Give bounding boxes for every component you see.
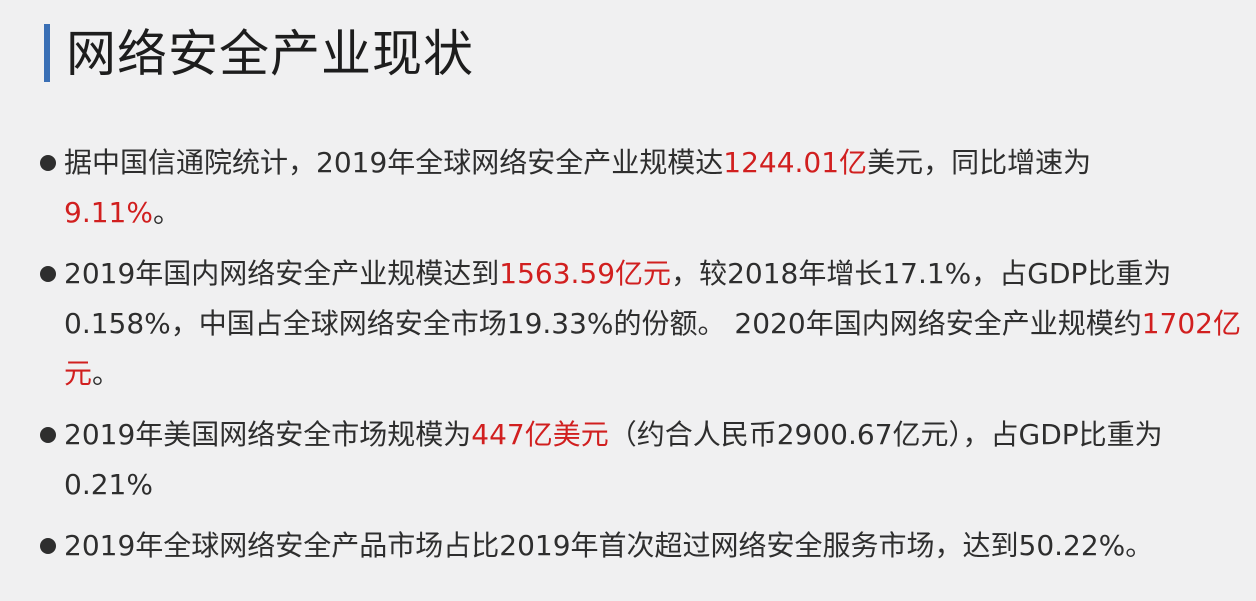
bullet-text: 。 [152, 196, 181, 229]
highlight-value: 1563.59亿元 [499, 257, 672, 290]
highlight-value: 1244.01亿 [723, 146, 868, 179]
page-title: 网络安全产业现状 [66, 25, 474, 83]
highlight-value: 447亿美元 [471, 418, 609, 451]
bullet-text: 2019年全球网络安全产品市场占比2019年首次超过网络安全服务市场，达到50.… [64, 529, 1154, 562]
bullet-item-global-scale: 据中国信通院统计，2019年全球网络安全产业规模达1244.01亿美元，同比增速… [38, 138, 1243, 238]
bullet-text: 2019年国内网络安全产业规模达到 [64, 257, 500, 290]
bullet-dot-icon [40, 266, 56, 282]
highlight-value: 9.11% [64, 196, 153, 229]
bullet-dot-icon [40, 155, 56, 171]
bullet-item-domestic-scale: 2019年国内网络安全产业规模达到1563.59亿元，较2018年增长17.1%… [38, 249, 1243, 399]
bullet-text: 据中国信通院统计，2019年全球网络安全产业规模达 [64, 146, 724, 179]
slide: 网络安全产业现状 据中国信通院统计，2019年全球网络安全产业规模达1244.0… [0, 0, 1256, 601]
bullet-text: 2019年美国网络安全市场规模为 [64, 418, 472, 451]
bullet-item-us-market: 2019年美国网络安全市场规模为447亿美元（约合人民币2900.67亿元），占… [38, 410, 1243, 510]
bullet-dot-icon [40, 427, 56, 443]
bullet-item-product-market: 2019年全球网络安全产品市场占比2019年首次超过网络安全服务市场，达到50.… [38, 521, 1243, 571]
bullet-text: 美元，同比增速为 [867, 146, 1092, 179]
bullet-dot-icon [40, 538, 56, 554]
bullet-list: 据中国信通院统计，2019年全球网络安全产业规模达1244.01亿美元，同比增速… [38, 138, 1243, 582]
title-accent-bar [44, 24, 50, 82]
bullet-text: 。 [92, 357, 121, 390]
